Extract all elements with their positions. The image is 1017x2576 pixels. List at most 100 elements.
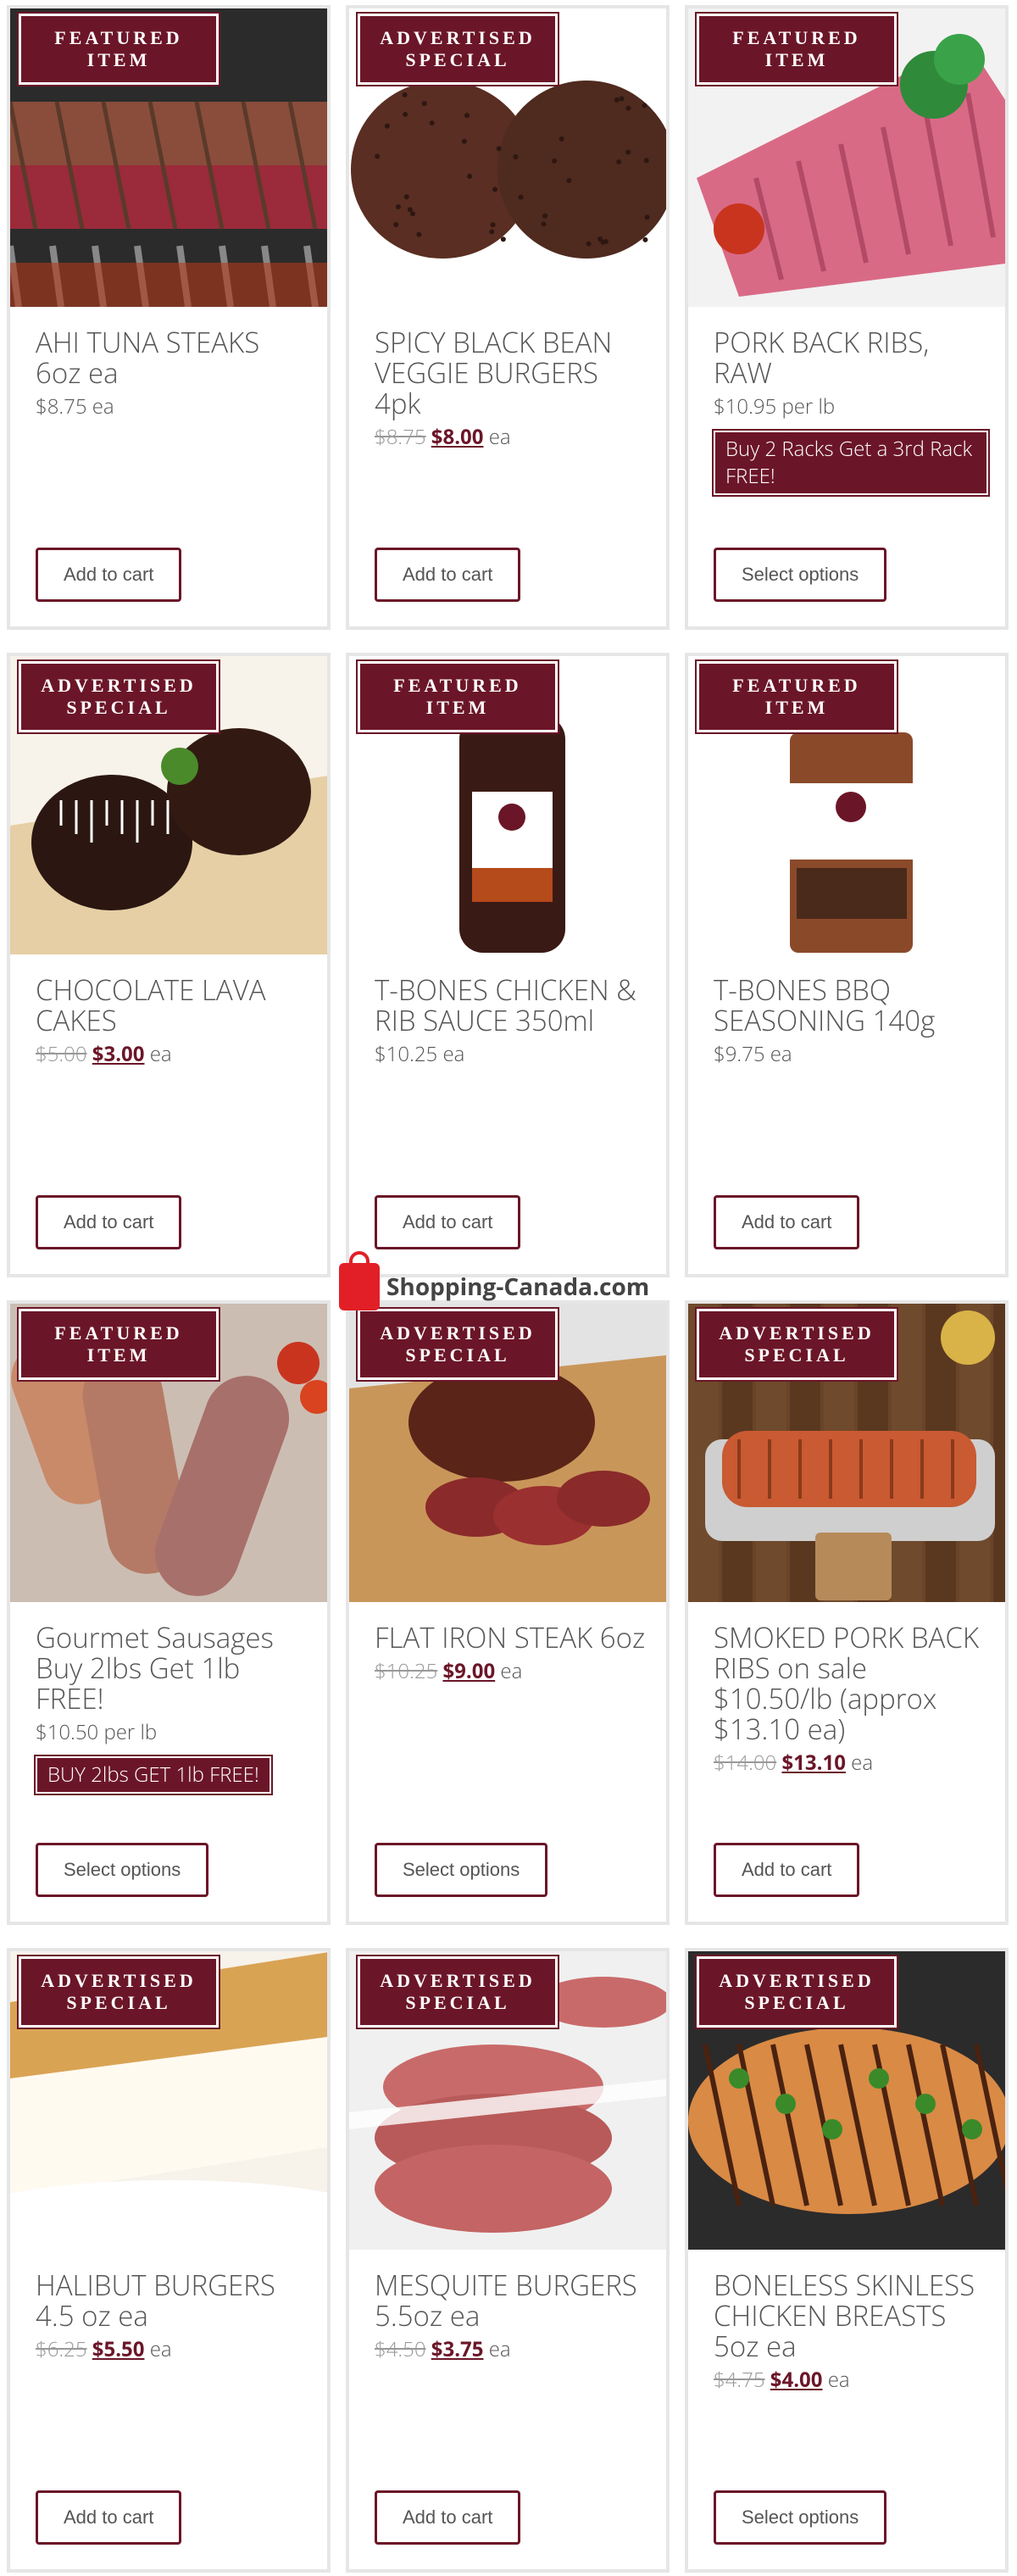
product-card[interactable]: FEATURED ITEM AHI TUNA STEAKS 6oz ea $8.75 … <box>7 5 331 630</box>
product-title[interactable]: PORK BACK RIBS, RAW <box>714 327 988 388</box>
badge-line: ITEM <box>21 49 216 71</box>
original-price: $5.00 <box>36 1040 87 1068</box>
select-options-button[interactable]: Select options <box>714 548 886 602</box>
watermark-text: Shopping-Canada.com <box>386 1271 649 1303</box>
product-card[interactable]: ADVERTISED SPECIAL MESQUITE BURGERS 5.5oz … <box>346 1948 670 2573</box>
product-card[interactable]: FEATURED ITEM T-BONES BBQ SEASONING 140g $9… <box>685 653 1009 1277</box>
product-info: FLAT IRON STEAK 6oz $10.25 $9.00 ea <box>375 1622 649 1687</box>
product-title[interactable]: SPICY BLACK BEAN VEGGIE BURGERS 4pk <box>375 327 649 419</box>
product-price: $6.25 $5.50 ea <box>36 2334 310 2365</box>
badge-line: ITEM <box>21 1344 216 1366</box>
product-title[interactable]: BONELESS SKINLESS CHICKEN BREASTS 5oz ea <box>714 2270 988 2362</box>
price-unit: ea <box>828 2366 850 2394</box>
regular-price: $10.95 per lb <box>714 392 835 420</box>
product-price: $10.95 per lb <box>714 392 988 422</box>
badge-line: FEATURED <box>21 1322 216 1344</box>
original-price: $8.75 <box>375 423 426 451</box>
price-unit: ea <box>500 1657 522 1685</box>
product-title[interactable]: SMOKED PORK BACK RIBS on sale $10.50/lb … <box>714 1622 988 1744</box>
promo-badge: ADVERTISED SPECIAL <box>697 1309 897 1380</box>
add-to-cart-button[interactable]: Add to cart <box>714 1195 859 1249</box>
product-title[interactable]: HALIBUT BURGERS 4.5 oz ea <box>36 2270 310 2331</box>
promo-badge: ADVERTISED SPECIAL <box>697 1956 897 2028</box>
product-info: Gourmet Sausages Buy 2lbs Get 1lb FREE! $… <box>36 1622 310 1794</box>
product-card[interactable]: ADVERTISED SPECIAL CHOCOLATE LAVA CAKES $5.… <box>7 653 331 1277</box>
badge-line: ADVERTISED <box>699 1970 894 1992</box>
badge-line: SPECIAL <box>21 1992 216 2014</box>
product-card[interactable]: FEATURED ITEM T-BONES CHICKEN & RIB SAUCE … <box>346 653 670 1277</box>
product-price: $8.75 $8.00 ea <box>375 422 649 453</box>
promo-badge: FEATURED ITEM <box>697 661 897 732</box>
sale-price: $3.75 <box>431 2335 484 2363</box>
product-title[interactable]: AHI TUNA STEAKS 6oz ea <box>36 327 310 388</box>
badge-line: ADVERTISED <box>21 1970 216 1992</box>
sale-price: $3.00 <box>92 1040 145 1068</box>
add-to-cart-button[interactable]: Add to cart <box>375 548 520 602</box>
product-price: $4.75 $4.00 ea <box>714 2365 988 2395</box>
add-to-cart-button[interactable]: Add to cart <box>36 548 181 602</box>
add-to-cart-button[interactable]: Add to cart <box>375 1195 520 1249</box>
add-to-cart-button[interactable]: Add to cart <box>36 1195 181 1249</box>
price-unit: ea <box>150 1040 172 1068</box>
product-info: HALIBUT BURGERS 4.5 oz ea $6.25 $5.50 ea <box>36 2270 310 2365</box>
sale-price: $13.10 <box>781 1749 845 1777</box>
badge-line: SPECIAL <box>699 1992 894 2014</box>
promo-badge: ADVERTISED SPECIAL <box>358 14 558 85</box>
badge-line: SPECIAL <box>360 1344 555 1366</box>
promo-badge: FEATURED ITEM <box>19 1309 219 1380</box>
promo-banner: BUY 2lbs GET 1lb FREE! <box>36 1756 271 1794</box>
promo-badge: ADVERTISED SPECIAL <box>19 1956 219 2028</box>
product-price: $5.00 $3.00 ea <box>36 1039 310 1070</box>
select-options-button[interactable]: Select options <box>375 1843 547 1897</box>
badge-line: ITEM <box>699 49 894 71</box>
promo-badge: ADVERTISED SPECIAL <box>358 1956 558 2028</box>
promo-badge: FEATURED ITEM <box>19 14 219 85</box>
product-title[interactable]: T-BONES CHICKEN & RIB SAUCE 350ml <box>375 975 649 1036</box>
add-to-cart-button[interactable]: Add to cart <box>36 2490 181 2545</box>
product-card[interactable]: FEATURED ITEM Gourmet Sausages Buy 2lbs Ge… <box>7 1300 331 1925</box>
product-price: $8.75 ea <box>36 392 310 422</box>
shopping-bag-icon <box>339 1263 380 1310</box>
price-unit: ea <box>150 2335 172 2363</box>
product-card[interactable]: ADVERTISED SPECIAL BONELESS SKINLESS CHICK… <box>685 1948 1009 2573</box>
product-info: T-BONES BBQ SEASONING 140g $9.75 ea <box>714 975 988 1070</box>
select-options-button[interactable]: Select options <box>714 2490 886 2545</box>
product-title[interactable]: FLAT IRON STEAK 6oz <box>375 1622 649 1653</box>
badge-line: SPECIAL <box>360 1992 555 2014</box>
product-title[interactable]: CHOCOLATE LAVA CAKES <box>36 975 310 1036</box>
original-price: $14.00 <box>714 1749 776 1777</box>
badge-line: ADVERTISED <box>360 1970 555 1992</box>
badge-line: ITEM <box>360 697 555 719</box>
badge-line: ADVERTISED <box>699 1322 894 1344</box>
original-price: $6.25 <box>36 2335 87 2363</box>
add-to-cart-button[interactable]: Add to cart <box>714 1843 859 1897</box>
product-card[interactable]: ADVERTISED SPECIAL HALIBUT BURGERS 4.5 oz … <box>7 1948 331 2573</box>
sale-price: $4.00 <box>770 2366 823 2394</box>
product-price: $4.50 $3.75 ea <box>375 2334 649 2365</box>
product-price: $9.75 ea <box>714 1039 988 1070</box>
product-card[interactable]: ADVERTISED SPECIAL SMOKED PORK BACK RIBS o… <box>685 1300 1009 1925</box>
product-title[interactable]: T-BONES BBQ SEASONING 140g <box>714 975 988 1036</box>
product-info: SMOKED PORK BACK RIBS on sale $10.50/lb … <box>714 1622 988 1778</box>
product-card[interactable]: ADVERTISED SPECIAL SPICY BLACK BEAN VEGGIE… <box>346 5 670 630</box>
product-info: PORK BACK RIBS, RAW $10.95 per lb Buy 2 Ra… <box>714 327 988 495</box>
promo-badge: ADVERTISED SPECIAL <box>358 1309 558 1380</box>
sale-price: $5.50 <box>92 2335 145 2363</box>
product-info: BONELESS SKINLESS CHICKEN BREASTS 5oz ea… <box>714 2270 988 2395</box>
original-price: $4.50 <box>375 2335 426 2363</box>
product-title[interactable]: MESQUITE BURGERS 5.5oz ea <box>375 2270 649 2331</box>
product-card[interactable]: FEATURED ITEM PORK BACK RIBS, RAW $10.95 pe… <box>685 5 1009 630</box>
product-info: AHI TUNA STEAKS 6oz ea $8.75 ea <box>36 327 310 422</box>
regular-price: $10.50 per lb <box>36 1718 157 1746</box>
select-options-button[interactable]: Select options <box>36 1843 208 1897</box>
product-price: $10.25 $9.00 ea <box>375 1656 649 1687</box>
product-card[interactable]: ADVERTISED SPECIAL FLAT IRON STEAK 6oz $10.… <box>346 1300 670 1925</box>
price-unit: ea <box>489 423 511 451</box>
product-title[interactable]: Gourmet Sausages Buy 2lbs Get 1lb FREE! <box>36 1622 310 1714</box>
watermark: Shopping-Canada.com <box>339 1263 649 1310</box>
product-price: $10.50 per lb <box>36 1717 310 1748</box>
add-to-cart-button[interactable]: Add to cart <box>375 2490 520 2545</box>
badge-line: SPECIAL <box>21 697 216 719</box>
badge-line: FEATURED <box>699 675 894 697</box>
promo-banner: Buy 2 Racks Get a 3rd Rack FREE! <box>714 431 988 495</box>
